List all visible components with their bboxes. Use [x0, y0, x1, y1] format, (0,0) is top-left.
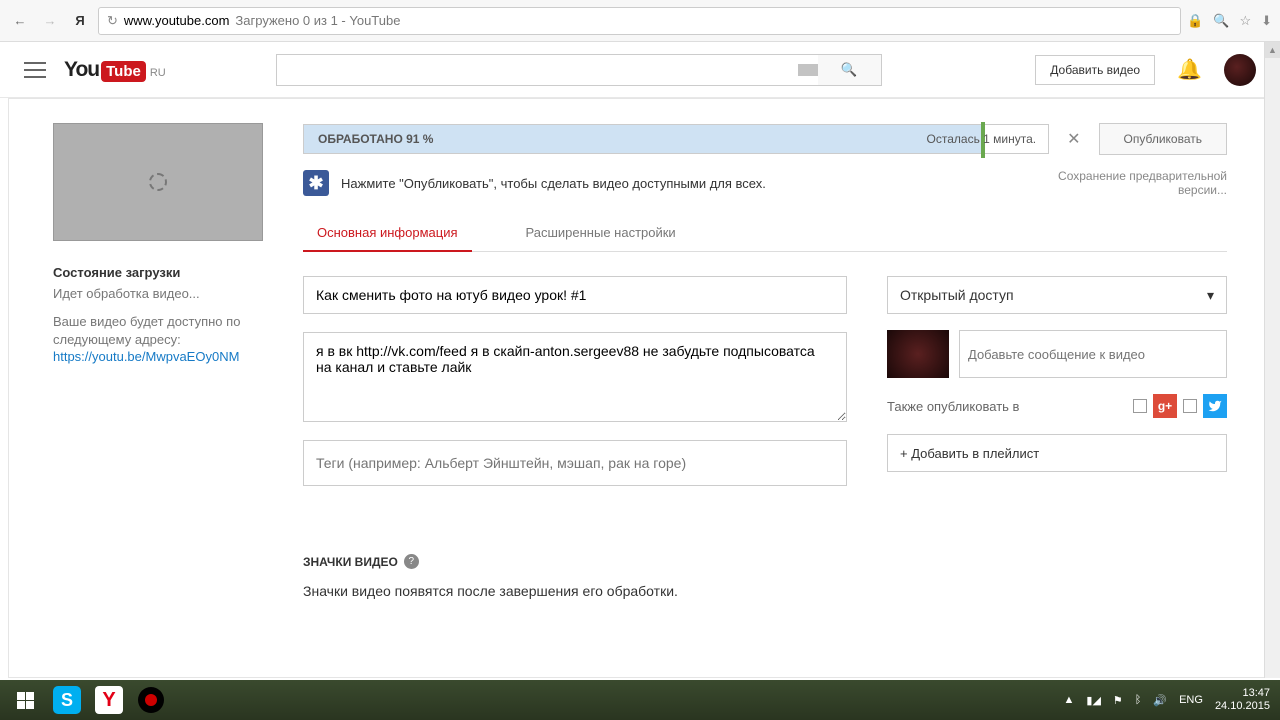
- upload-page: Состояние загрузки Идет обработка видео.…: [8, 98, 1272, 678]
- youtube-logo[interactable]: You Tube RU: [64, 58, 166, 82]
- upload-status-desc: Ваше видео будет доступно по следующему …: [53, 313, 283, 349]
- lock-icon[interactable]: 🔒: [1187, 13, 1203, 29]
- download-icon[interactable]: ⬇: [1261, 13, 1272, 29]
- tray-network-icon[interactable]: ▮◢: [1086, 694, 1101, 707]
- info-star-icon: ✱: [303, 170, 329, 196]
- progress-time-remaining: Осталась 1 минута.: [927, 132, 1049, 146]
- publish-button[interactable]: Опубликовать: [1099, 123, 1227, 155]
- windows-taskbar: S Y ▲ ▮◢ ⚑ ᛒ 🔊 ENG 13:47 24.10.2015: [0, 680, 1280, 720]
- video-url-link[interactable]: https://youtu.be/MwpvaEOy0NM: [53, 349, 239, 364]
- taskbar-skype[interactable]: S: [46, 680, 88, 720]
- twitter-checkbox[interactable]: [1183, 399, 1197, 413]
- reload-icon[interactable]: ↻: [107, 13, 118, 29]
- page-title-text: Загружено 0 из 1 - YouTube: [235, 13, 400, 28]
- share-thumbnail: [887, 330, 949, 378]
- taskbar-yandex[interactable]: Y: [88, 680, 130, 720]
- add-to-playlist-button[interactable]: + Добавить в плейлист: [887, 434, 1227, 472]
- forward-button[interactable]: →: [38, 9, 62, 33]
- spinner-icon: [149, 173, 167, 191]
- publish-hint: Нажмите "Опубликовать", чтобы сделать ви…: [341, 176, 766, 191]
- favorite-icon[interactable]: ☆: [1239, 13, 1251, 29]
- tray-volume-icon[interactable]: 🔊: [1153, 694, 1167, 707]
- upload-status-text: Идет обработка видео...: [53, 286, 283, 301]
- scroll-up-icon[interactable]: ▲: [1265, 42, 1280, 58]
- video-thumbnail-placeholder: [53, 123, 263, 241]
- video-description-input[interactable]: [303, 332, 847, 422]
- address-bar[interactable]: ↻ www.youtube.com Загружено 0 из 1 - You…: [98, 7, 1181, 35]
- privacy-dropdown[interactable]: Открытый доступ ▾: [887, 276, 1227, 314]
- browser-toolbar: ← → Я ↻ www.youtube.com Загружено 0 из 1…: [0, 0, 1280, 42]
- cancel-upload-icon[interactable]: ✕: [1061, 129, 1086, 149]
- processing-progress-bar: ОБРАБОТАНО 91 % Осталась 1 минута.: [303, 124, 1049, 154]
- saving-status: Сохранение предварительной версии...: [1047, 169, 1227, 197]
- twitter-icon[interactable]: [1203, 394, 1227, 418]
- zoom-icon[interactable]: 🔍: [1213, 13, 1229, 29]
- thumbnails-text: Значки видео появятся после завершения е…: [303, 583, 847, 599]
- upload-video-button[interactable]: Добавить видео: [1035, 55, 1155, 85]
- tab-basic-info[interactable]: Основная информация: [303, 215, 472, 252]
- url-text: www.youtube.com: [124, 13, 230, 28]
- help-icon[interactable]: ?: [404, 554, 419, 569]
- thumbnails-heading: ЗНАЧКИ ВИДЕО ?: [303, 554, 847, 569]
- tray-clock[interactable]: 13:47 24.10.2015: [1215, 687, 1276, 713]
- progress-label: ОБРАБОТАНО 91 %: [304, 132, 433, 146]
- tray-action-center-icon[interactable]: ⚑: [1113, 694, 1123, 707]
- start-button[interactable]: [4, 680, 46, 720]
- scrollbar[interactable]: ▲: [1264, 42, 1280, 678]
- hamburger-icon[interactable]: [24, 62, 46, 78]
- search-button[interactable]: 🔍: [818, 54, 882, 86]
- chevron-down-icon: ▾: [1207, 287, 1214, 304]
- share-message-input[interactable]: [959, 330, 1227, 378]
- video-title-input[interactable]: [303, 276, 847, 314]
- yandex-icon[interactable]: Я: [68, 9, 92, 33]
- gplus-icon[interactable]: g+: [1153, 394, 1177, 418]
- search-input[interactable]: [276, 54, 826, 86]
- video-tags-input[interactable]: [303, 440, 847, 486]
- share-label: Также опубликовать в: [887, 399, 1019, 414]
- back-button[interactable]: ←: [8, 9, 32, 33]
- notifications-icon[interactable]: 🔔: [1177, 57, 1202, 82]
- tray-show-hidden-icon[interactable]: ▲: [1064, 694, 1075, 706]
- upload-status-title: Состояние загрузки: [53, 265, 283, 280]
- tray-language[interactable]: ENG: [1179, 694, 1203, 706]
- tabs: Основная информация Расширенные настройк…: [303, 215, 1227, 252]
- tab-advanced[interactable]: Расширенные настройки: [522, 215, 680, 251]
- keyboard-icon[interactable]: [798, 64, 818, 76]
- youtube-header: You Tube RU 🔍 Добавить видео 🔔: [0, 42, 1280, 98]
- tray-bluetooth-icon[interactable]: ᛒ: [1135, 694, 1142, 706]
- user-avatar[interactable]: [1224, 54, 1256, 86]
- taskbar-recorder[interactable]: [130, 680, 172, 720]
- gplus-checkbox[interactable]: [1133, 399, 1147, 413]
